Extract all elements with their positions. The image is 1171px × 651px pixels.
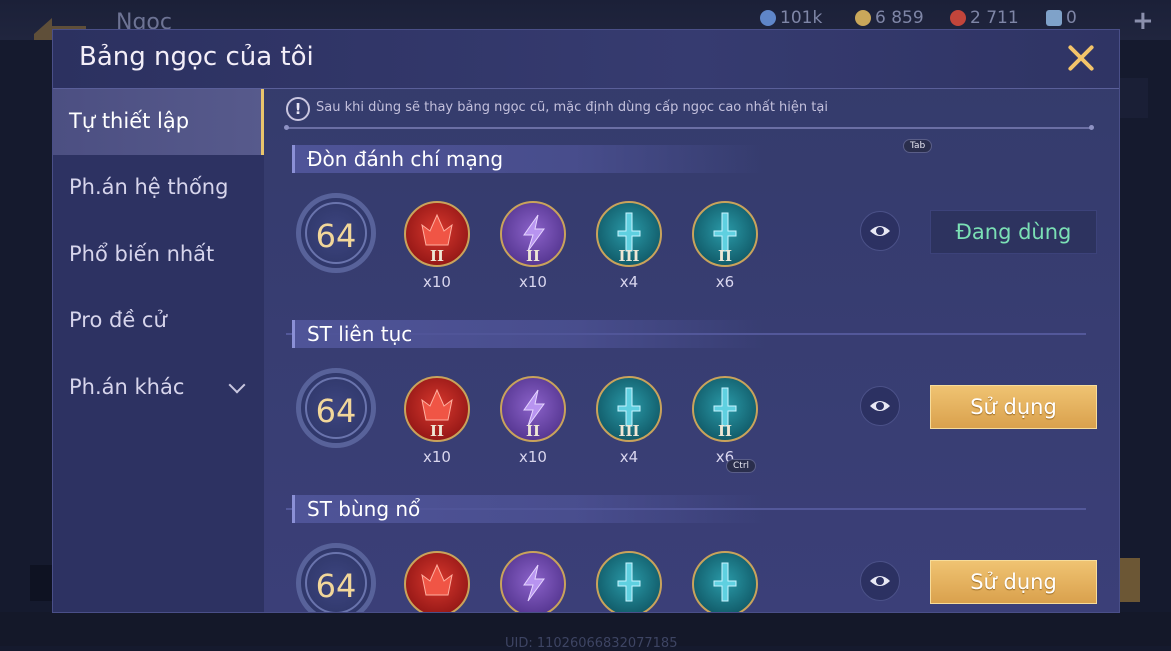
add-currency-button[interactable]: + <box>1132 6 1154 36</box>
rune-purple[interactable] <box>500 551 566 612</box>
currency-ruby: 2 711 <box>950 8 1019 28</box>
notice-bar: ! Sau khi dùng sẽ thay bảng ngọc cũ, mặc… <box>284 97 1096 130</box>
rune-red[interactable]: II x10 <box>404 376 470 466</box>
rune-purple[interactable]: II x10 <box>500 376 566 466</box>
sidebar-item-label: Pro đề cử <box>69 308 167 332</box>
rune-set-1: Đòn đánh chí mạng 64 II x10 II x10 III x4 I… <box>264 145 1119 320</box>
rune-set-2: ST liên tục 64 II x10 II x10 III x4 II x6 <box>264 320 1119 495</box>
rune-teal-1[interactable]: III x4 <box>596 376 662 466</box>
sidebar-item-other[interactable]: Ph.án khác <box>53 355 264 421</box>
rune-page-modal: Bảng ngọc của tôi Tự thiết lập Ph.án hệ … <box>53 30 1119 612</box>
sidebar-item-popular[interactable]: Phổ biến nhất <box>53 222 264 288</box>
sidebar-item-pro[interactable]: Pro đề cử <box>53 288 264 354</box>
sidebar-item-label: Ph.án hệ thống <box>69 175 229 199</box>
rune-set-3: ST bùng nổ 64 Sử dụng <box>264 495 1119 612</box>
rune-teal-1[interactable] <box>596 551 662 612</box>
rune-set-title: ST liên tục <box>292 320 765 348</box>
rune-teal-2[interactable]: II x6 <box>692 201 758 291</box>
background-panel-edge-left <box>30 565 54 601</box>
chevron-down-icon <box>228 376 246 394</box>
info-icon: ! <box>286 97 310 121</box>
sidebar-item-label: Phổ biến nhất <box>69 242 215 266</box>
rune-teal-1[interactable]: III x4 <box>596 201 662 291</box>
eye-icon[interactable] <box>860 386 900 426</box>
notice-text: Sau khi dùng sẽ thay bảng ngọc cũ, mặc đ… <box>316 100 828 115</box>
rune-teal-2[interactable]: II x6 <box>692 376 758 466</box>
sidebar-item-label: Tự thiết lập <box>69 109 190 133</box>
background-button-edge <box>1118 558 1140 602</box>
in-use-button[interactable]: Đang dùng <box>930 210 1097 254</box>
rune-red[interactable]: II x10 <box>404 201 470 291</box>
use-button[interactable]: Sử dụng <box>930 385 1097 429</box>
ctrl-key-hint: Ctrl <box>726 459 757 473</box>
modal-title: Bảng ngọc của tôi <box>79 42 314 72</box>
sidebar-item-label: Ph.án khác <box>69 375 185 399</box>
ticket-icon <box>1046 10 1062 26</box>
currency-gem: 101k <box>760 8 822 28</box>
gold-coin-icon <box>855 10 871 26</box>
eye-icon[interactable] <box>860 211 900 251</box>
rune-level-badge: 64 <box>296 193 376 273</box>
rune-level-badge: 64 <box>296 368 376 448</box>
use-button[interactable]: Sử dụng <box>930 560 1097 604</box>
rune-sets-list[interactable]: ! Sau khi dùng sẽ thay bảng ngọc cũ, mặc… <box>264 89 1119 612</box>
rune-red[interactable] <box>404 551 470 612</box>
rune-set-title: ST bùng nổ <box>292 495 765 523</box>
ruby-icon <box>950 10 966 26</box>
notice-divider <box>284 125 1094 130</box>
sidebar-item-custom[interactable]: Tự thiết lập <box>53 89 264 155</box>
sidebar: Tự thiết lập Ph.án hệ thống Phổ biến nhấ… <box>53 89 264 612</box>
close-icon[interactable] <box>1063 40 1099 76</box>
currency-gold: 6 859 <box>855 8 924 28</box>
currency-ticket: 0 <box>1046 8 1077 28</box>
rune-level-badge: 64 <box>296 543 376 612</box>
background-panel-edge <box>1118 78 1148 118</box>
rune-set-title: Đòn đánh chí mạng <box>292 145 765 173</box>
gem-currency-icon <box>760 10 776 26</box>
rune-teal-2[interactable] <box>692 551 758 612</box>
background-uid: UID: 11026066832077185 <box>505 636 678 651</box>
sidebar-item-system[interactable]: Ph.án hệ thống <box>53 155 264 221</box>
eye-icon[interactable] <box>860 561 900 601</box>
modal-header: Bảng ngọc của tôi <box>53 30 1119 89</box>
rune-purple[interactable]: II x10 <box>500 201 566 291</box>
